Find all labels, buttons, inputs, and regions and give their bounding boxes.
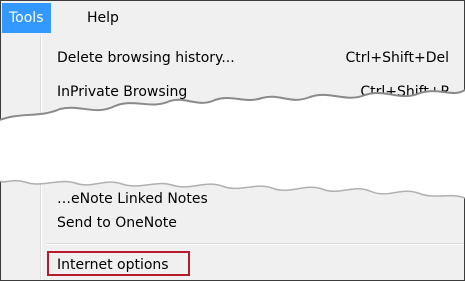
menu-bar: Tools Help (1, 1, 464, 35)
menu-item-shortcut: Ctrl+Shift+Del (345, 50, 449, 66)
menu-item-label: T (57, 113, 66, 129)
menu-separator (47, 243, 464, 245)
window-frame: Tools Help Delete browsing history... Ct… (0, 0, 465, 281)
menu-item-label: Delete browsing history... (57, 50, 235, 66)
tools-dropdown-menu: Delete browsing history... Ctrl+Shift+De… (2, 35, 464, 280)
menu-item-label: InPrivate Browsing (57, 84, 188, 100)
menu-help[interactable]: Help (80, 3, 126, 33)
menu-gutter-highlight (41, 35, 42, 280)
internet-options-highlight-box (47, 251, 190, 276)
menu-item-label: Send to OneNote (57, 215, 177, 231)
menu-tools[interactable]: Tools (2, 3, 51, 33)
menu-item-send-to-onenote[interactable]: Send to OneNote (47, 209, 457, 237)
menu-item-delete-browsing-history[interactable]: Delete browsing history... Ctrl+Shift+De… (47, 44, 457, 72)
menu-item-shortcut: Ctrl+Shift+P (360, 84, 449, 100)
menu-item-partial-t[interactable]: T (47, 107, 457, 135)
menu-item-inprivate-browsing[interactable]: InPrivate Browsing Ctrl+Shift+P (47, 78, 457, 106)
